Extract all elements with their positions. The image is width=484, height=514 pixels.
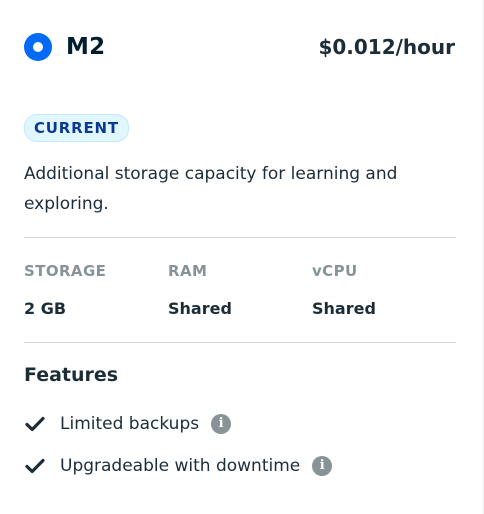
spec-storage: STORAGE 2 GB <box>24 260 168 320</box>
tier-name: M2 <box>66 34 106 60</box>
tier-description: Additional storage capacity for learning… <box>24 164 398 214</box>
check-icon <box>24 413 46 435</box>
info-icon[interactable]: i <box>312 456 333 476</box>
features-title: Features <box>24 364 119 386</box>
feature-item: Limited backups i <box>24 410 332 438</box>
specs-row: STORAGE 2 GB RAM Shared vCPU Shared <box>24 260 456 320</box>
info-icon[interactable]: i <box>211 414 232 434</box>
spec-value: Shared <box>312 299 376 318</box>
spec-value: 2 GB <box>24 299 67 318</box>
spec-label: vCPU <box>312 262 358 280</box>
spec-label: RAM <box>168 262 208 280</box>
check-icon <box>24 455 46 477</box>
spec-label: STORAGE <box>24 262 107 280</box>
divider-bottom <box>24 342 456 343</box>
tier-header: M2 $0.012/hour <box>24 30 455 64</box>
spec-value: Shared <box>168 299 232 318</box>
tier-title-group: M2 <box>24 33 105 61</box>
feature-label: Upgradeable with downtime <box>60 456 301 476</box>
feature-item: Upgradeable with downtime i <box>24 452 333 480</box>
cluster-tier-card[interactable]: M2 $0.012/hour CURRENT Additional storag… <box>0 0 484 514</box>
current-badge: CURRENT <box>24 114 129 142</box>
tier-radio-button[interactable] <box>24 33 52 61</box>
spec-vcpu: vCPU Shared <box>312 260 456 320</box>
feature-list: Limited backups i Upgradeable with downt… <box>24 410 333 494</box>
tier-price: $0.012/hour <box>318 35 455 59</box>
radio-selected-dot <box>33 42 43 52</box>
spec-ram: RAM Shared <box>168 260 312 320</box>
divider-top <box>24 237 456 238</box>
feature-label: Limited backups <box>60 414 200 434</box>
